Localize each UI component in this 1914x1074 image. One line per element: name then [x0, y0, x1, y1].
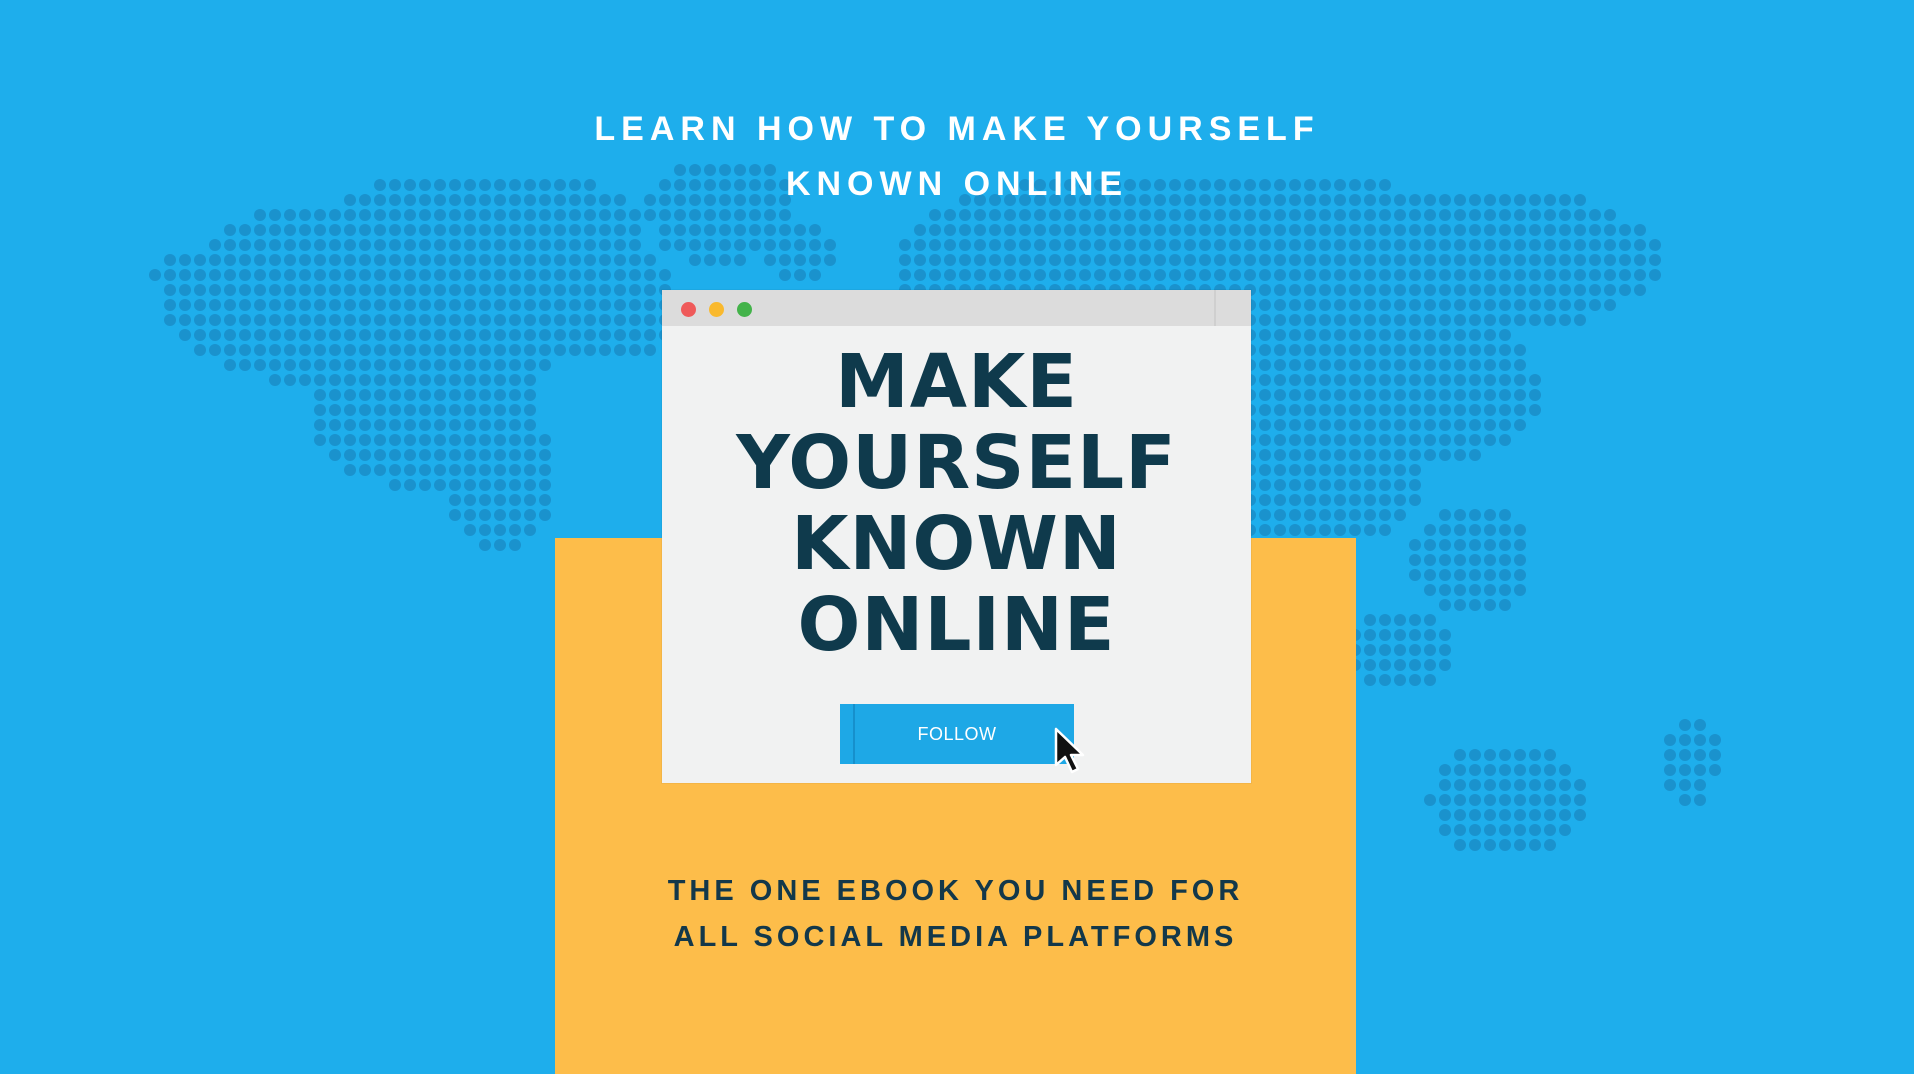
footer-tagline: THE ONE EBOOK YOU NEED FOR ALL SOCIAL ME…	[555, 868, 1356, 960]
browser-title-bar	[662, 290, 1251, 326]
maximize-dot-icon[interactable]	[737, 302, 752, 317]
footer-line-1: THE ONE EBOOK YOU NEED FOR	[667, 875, 1244, 907]
header-line-2: KNOWN ONLINE	[785, 165, 1129, 203]
hero-title-line-2: YOURSELF	[736, 420, 1177, 506]
close-dot-icon[interactable]	[681, 302, 696, 317]
hero-title: MAKE YOURSELF KNOWN ONLINE	[662, 342, 1251, 666]
hero-title-line-4: ONLINE	[797, 582, 1116, 668]
header-line-1: LEARN HOW TO MAKE YOURSELF	[594, 110, 1320, 148]
minimize-dot-icon[interactable]	[709, 302, 724, 317]
title-bar-divider	[1214, 290, 1216, 326]
hero-title-line-3: KNOWN	[791, 501, 1122, 587]
mouse-pointer-icon	[1054, 727, 1085, 774]
footer-line-2: ALL SOCIAL MEDIA PLATFORMS	[673, 921, 1238, 953]
banner-canvas: LEARN HOW TO MAKE YOURSELF KNOWN ONLINE …	[0, 0, 1914, 1074]
follow-button-label: FOLLOW	[917, 724, 997, 744]
header-heading: LEARN HOW TO MAKE YOURSELF KNOWN ONLINE	[0, 102, 1914, 212]
hero-title-line-1: MAKE	[835, 339, 1078, 425]
browser-window: MAKE YOURSELF KNOWN ONLINE FOLLOW	[662, 290, 1251, 783]
follow-button[interactable]: FOLLOW	[840, 704, 1074, 764]
